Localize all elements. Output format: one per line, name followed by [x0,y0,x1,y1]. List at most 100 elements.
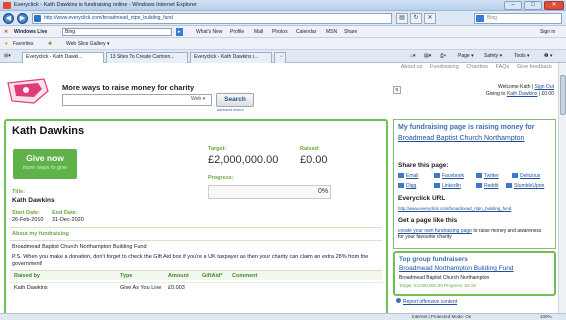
toolbar-link-msn[interactable]: MSN [326,28,337,36]
top-fundraiser-stats: Target: £2,000,000.00 Progress: £0.19 [399,283,476,288]
favorites-bar: ★ Favorites ✚ Web Slice Gallery ▾ [0,38,566,50]
search-input[interactable] [62,94,212,106]
everyclick-url-link[interactable]: http://www.everyclick.com/broadmead_ntpn… [398,206,511,212]
maximize-button[interactable]: □ [524,1,542,10]
page-menu[interactable]: Page ▾ [458,52,474,61]
progress-value: 0% [318,188,329,195]
target-value: £2,000,000.00 [208,154,279,166]
toolbar-link-profile[interactable]: Profile [230,28,244,36]
home-icon[interactable]: ⌂▾ [410,52,416,61]
col-amount: Amount [168,273,189,279]
progress-bar [208,185,331,199]
toolbar-link-share[interactable]: Share [344,28,357,36]
stop-icon[interactable]: ✕ [424,13,436,24]
page-content: About us Fundraising Charities FAQs Give… [0,63,558,313]
new-tab-button[interactable]: ▫ [274,52,286,63]
share-facebook[interactable]: Facebook [434,173,464,179]
forward-button[interactable]: ▶ [17,13,28,24]
col-raised-by: Raised by [14,273,40,279]
bing-icon [476,15,484,22]
share-twitter[interactable]: Twitter [476,173,499,179]
col-giftaid: GiftAid* [202,273,223,279]
advanced-search-link[interactable]: advanced search [217,108,244,112]
everyclick-url-heading: Everyclick URL [398,195,446,202]
close-button[interactable]: ✕ [544,1,564,10]
favorites-star-icon[interactable]: ★ [4,40,8,48]
nav-fundraising[interactable]: Fundraising [430,64,459,70]
window-title: Everyclick - Kath Dawkins is fundraising… [14,2,197,8]
bing-search-input[interactable]: Bing [474,13,562,24]
toolbar-link-photos[interactable]: Photos [272,28,288,36]
tab-bar: ⊞▾ Everyclick - Kath Dawki... 13 Sites T… [0,50,566,63]
windows-live-search-input[interactable]: Bing [62,28,172,36]
feeds-icon[interactable]: ▤▾ [424,52,431,61]
ie-app-icon [3,2,11,9]
add-favorites-icon[interactable]: ✚ [48,40,52,48]
top-fundraisers-box: Top group fundraisers Broadmead Northamp… [393,251,556,296]
search-button[interactable]: Search [216,93,254,107]
raising-for-box: My fundraising page is raising money for… [393,119,556,159]
nav-give-feedback[interactable]: Give feedback [517,64,552,70]
title-value: Kath Dawkins [12,197,55,204]
gift-aid-note: P.S. When you make a donation, don't for… [12,254,369,267]
tools-menu[interactable]: Tools ▾ [514,52,530,61]
close-toolbar-icon[interactable]: ✕ [4,28,8,36]
top-fundraiser-link[interactable]: Broadmead Northampton Building Fund [399,265,514,272]
col-comment: Comment [232,273,258,279]
tab-cartoon-sites[interactable]: 13 Sites To Create Cartoon... [106,52,188,63]
give-now-button[interactable]: Give now more ways to give [13,149,77,179]
safety-menu[interactable]: Safety ▾ [484,52,502,61]
share-email[interactable]: Email [398,173,419,179]
top-nav: About us Fundraising Charities FAQs Give… [395,64,552,70]
quick-tabs-icon[interactable]: ⊞▾ [4,52,11,60]
zone-status: Internet | Protected Mode: On [412,314,472,319]
get-page-heading: Get a page like this [398,217,458,224]
sign-out-link[interactable]: Sign Out [535,84,554,90]
share-stumbleupon[interactable]: StumbleUpon [506,183,544,189]
print-icon[interactable]: ⎙▾ [440,52,446,61]
scrollbar-thumb[interactable] [560,75,566,115]
divider [10,240,382,241]
nav-charities[interactable]: Charities [466,64,488,70]
nav-faqs[interactable]: FAQs [496,64,510,70]
top-fundraiser-desc: Broadmead Baptist Church Northampton [399,275,490,281]
compatibility-icon[interactable]: ▤ [396,13,408,24]
refresh-icon[interactable]: ↻ [410,13,422,24]
vertical-scrollbar[interactable] [558,63,566,313]
favorites-button[interactable]: Favorites [13,40,34,48]
tab-everyclick-1[interactable]: Everyclick - Kath Dawki... [22,52,104,63]
back-button[interactable]: ◀ [3,13,14,24]
window-title-bar: Everyclick - Kath Dawkins is fundraising… [0,0,566,11]
charity-link[interactable]: Broadmead Baptist Church Northampton [398,134,524,143]
tagline: More ways to raise money for charity [62,83,195,92]
raised-label: Raised: [300,146,320,152]
cell-amount: £0.003 [168,285,185,291]
col-type: Type [120,273,133,279]
top-fundraisers-heading: Top group fundraisers [399,256,468,263]
toolbar-link-whats-new[interactable]: What's New [196,28,223,36]
everyclick-logo[interactable] [4,77,50,105]
search-go-icon[interactable]: ▸ [176,28,183,36]
zoom-level[interactable]: 100% [540,314,552,320]
toolbar-link-mail[interactable]: Mail [254,28,263,36]
windows-live-label[interactable]: Windows Live [14,28,47,36]
sign-in-link[interactable]: Sign in [540,28,555,36]
tab-everyclick-2[interactable]: Everyclick - Kath Dawkins i... [190,52,272,63]
web-slice-gallery[interactable]: Web Slice Gallery ▾ [66,40,110,48]
collapse-toggle-icon[interactable]: ≡ [393,86,401,94]
toolbar-link-calendar[interactable]: Calendar [296,28,316,36]
share-linkedin[interactable]: LinkedIn [434,183,461,189]
url-field[interactable]: http://www.everyclick.com/broadmead_ntpn… [32,13,392,24]
share-digg[interactable]: Digg [398,183,416,189]
nav-about-us[interactable]: About us [401,64,423,70]
giving-to-link[interactable]: Kath Dawkins [507,91,538,97]
minimize-button[interactable]: – [504,1,522,10]
search-scope-select[interactable]: Web ▾ [191,96,205,102]
share-heading: Share this page: [398,162,449,169]
report-content-link[interactable]: Report offensive content [396,298,457,305]
table-row: Kath Dawkins Give As You Live £0.003 [10,282,382,292]
share-delicious[interactable]: Delicious [512,173,540,179]
help-menu[interactable]: ❷ ▾ [544,52,552,61]
share-reddit[interactable]: Reddit [476,183,498,189]
progress-label: Progress: [208,175,234,181]
